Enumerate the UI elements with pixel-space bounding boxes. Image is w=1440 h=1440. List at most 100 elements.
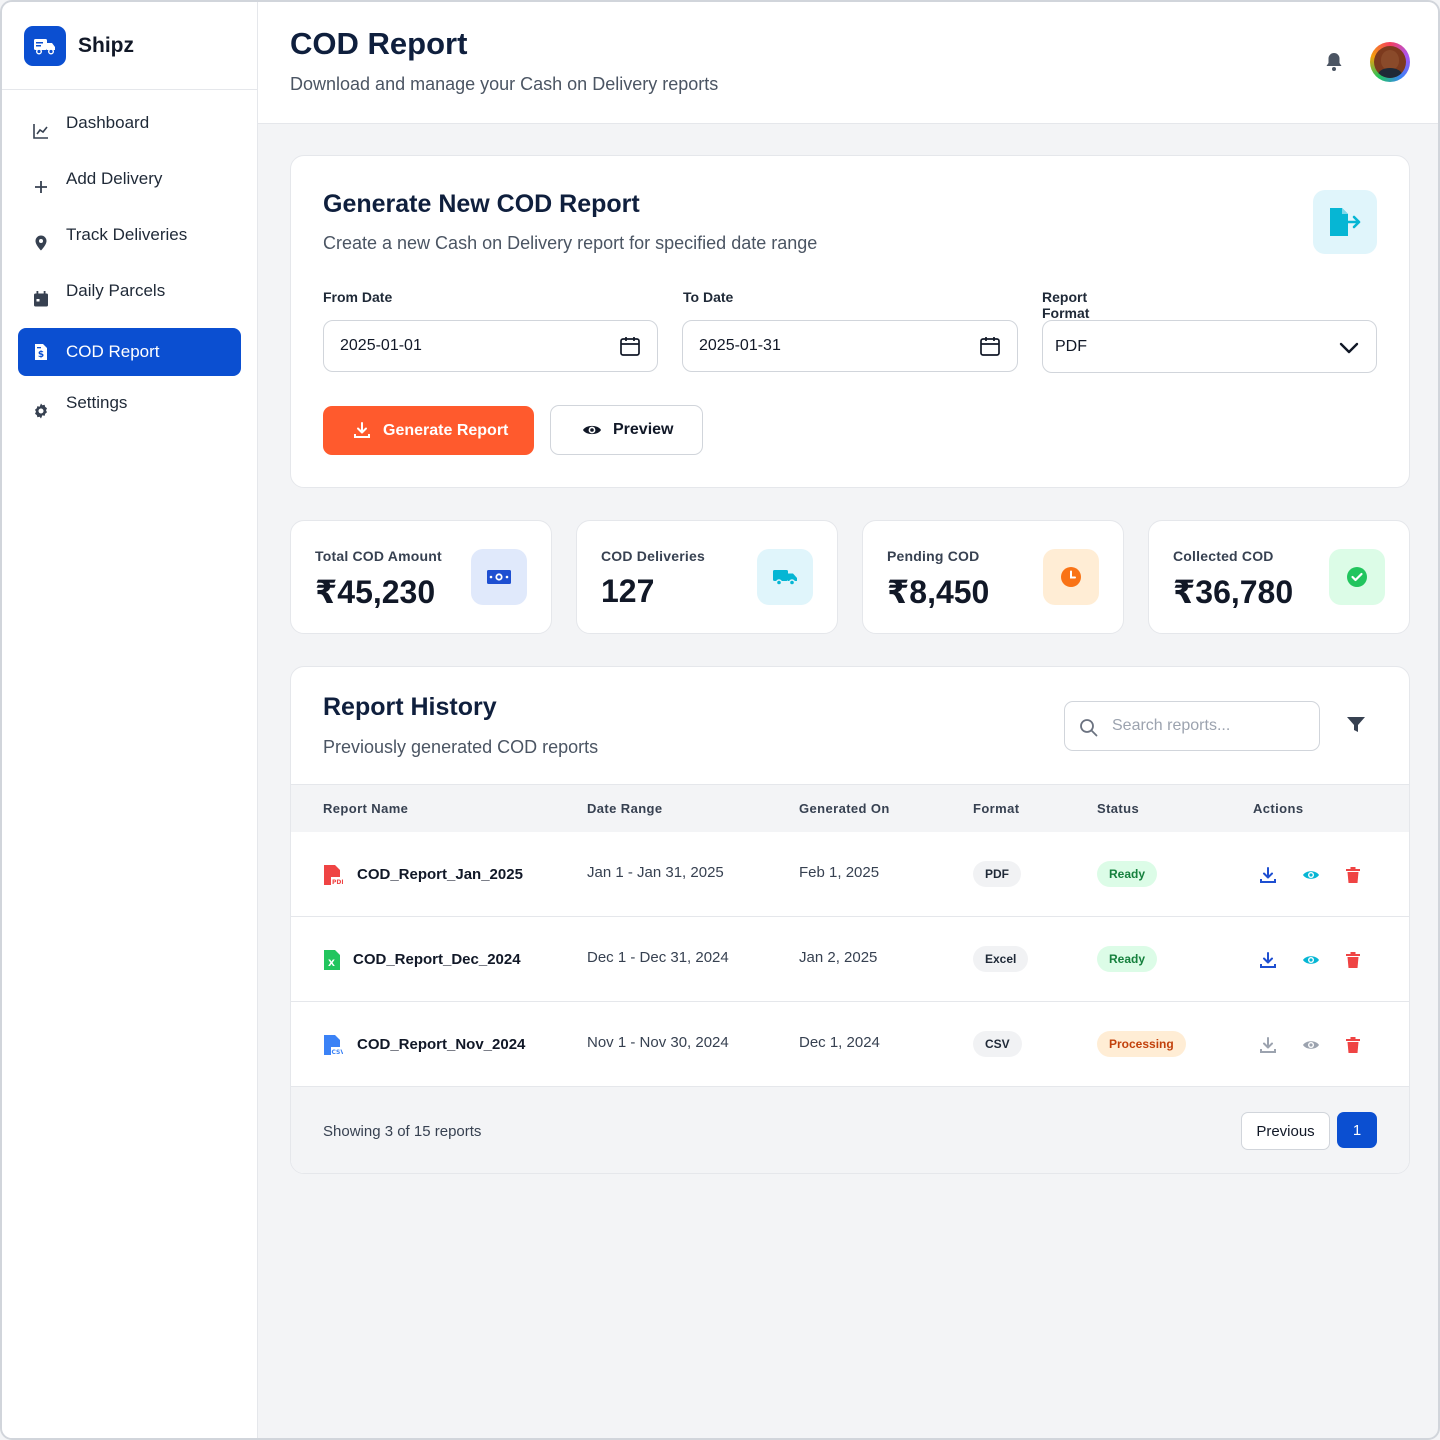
chevron-down-icon: [1339, 342, 1359, 354]
stat-label: COD Deliveries: [601, 548, 705, 564]
stat-value: ₹45,230: [315, 574, 436, 610]
page-subtitle: Download and manage your Cash on Deliver…: [290, 74, 719, 94]
date-range: Dec 1 - Dec 31, 2024: [587, 949, 729, 966]
stat-label: Total COD Amount: [315, 548, 442, 564]
search-icon: [1080, 719, 1098, 737]
sidebar-item-track-deliveries[interactable]: Track Deliveries: [18, 216, 241, 264]
sidebar-item-settings[interactable]: Settings: [18, 384, 241, 432]
generated-on: Feb 1, 2025: [799, 864, 880, 881]
status-badge: Ready: [1097, 861, 1158, 887]
sidebar-item-cod-report[interactable]: $ COD Report: [18, 328, 241, 376]
calendar-icon[interactable]: [979, 335, 1001, 357]
stat-value: ₹8,450: [887, 574, 990, 610]
calendar-icon[interactable]: [619, 335, 641, 357]
to-date-value: 2025-01-31: [699, 337, 781, 354]
plus-icon: [35, 181, 47, 193]
status-badge: Ready: [1097, 946, 1158, 972]
gear-icon: [35, 403, 47, 419]
column-header: Date Range: [587, 801, 663, 816]
sidebar-item-label: Track Deliveries: [66, 225, 188, 244]
table-footer: Showing 3 of 15 reports Previous 1: [291, 1087, 1409, 1173]
format-badge: PDF: [973, 861, 1021, 887]
search-input[interactable]: Search reports...: [1064, 701, 1320, 751]
status-badge: Processing: [1097, 1031, 1186, 1057]
to-date-input[interactable]: 2025-01-31: [682, 320, 1018, 372]
table-header: Report Name Date Range Generated On Form…: [291, 784, 1409, 832]
trash-icon[interactable]: [1344, 951, 1362, 969]
page-header: COD Report Download and manage your Cash…: [258, 2, 1438, 124]
trash-icon[interactable]: [1344, 866, 1362, 884]
generate-title: Generate New COD Report: [323, 190, 640, 218]
generate-report-button[interactable]: Generate Report: [323, 406, 534, 455]
column-header: Status: [1097, 801, 1140, 816]
brand[interactable]: Shipz: [2, 2, 257, 90]
date-range: Jan 1 - Jan 31, 2025: [587, 864, 724, 881]
report-name: COD_Report_Nov_2024: [357, 1036, 526, 1053]
eye-icon: [1303, 1041, 1319, 1049]
stat-value: 127: [601, 573, 655, 609]
page-title: COD Report: [290, 26, 468, 61]
bell-icon[interactable]: [1322, 50, 1346, 74]
eye-icon[interactable]: [1302, 951, 1320, 969]
report-format-select[interactable]: PDF: [1042, 320, 1377, 373]
history-subtitle: Previously generated COD reports: [323, 737, 599, 757]
table-row[interactable]: PDFPDF COD_Report_Jan_2025 Jan 1 - Jan 3…: [291, 832, 1409, 917]
from-date-input[interactable]: 2025-01-01: [323, 320, 658, 372]
sidebar-item-daily-parcels[interactable]: Daily Parcels: [18, 272, 241, 320]
avatar[interactable]: [1370, 42, 1410, 82]
report-format-value: PDF: [1055, 337, 1087, 355]
download-icon[interactable]: [1259, 866, 1277, 884]
excel-file-icon: X: [324, 950, 340, 970]
sidebar-item-label: Add Delivery: [66, 169, 163, 188]
preview-button[interactable]: Preview: [550, 405, 703, 455]
generated-on: Jan 2, 2025: [799, 949, 878, 966]
report-format-label: Report Format: [1042, 289, 1090, 321]
generate-report-label: Generate Report: [383, 421, 509, 439]
stat-label: Pending COD: [887, 548, 980, 564]
to-date-label: To Date: [683, 289, 734, 305]
file-export-icon: [1313, 190, 1377, 254]
download-icon: [1260, 1037, 1276, 1053]
column-header: Generated On: [799, 801, 890, 816]
svg-text:PDF: PDF: [332, 879, 343, 886]
check-circle-icon: [1329, 549, 1385, 605]
from-date-label: From Date: [323, 289, 393, 305]
table-row[interactable]: CSV COD_Report_Nov_2024 Nov 1 - Nov 30, …: [291, 1002, 1409, 1087]
money-icon: [471, 549, 527, 605]
app-frame: Shipz Dashboard Add Delivery Track Deliv…: [0, 0, 1440, 1440]
sidebar-item-label: Settings: [66, 393, 128, 412]
calendar-icon: [34, 291, 48, 307]
date-range: Nov 1 - Nov 30, 2024: [587, 1034, 729, 1051]
chart-line-icon: [33, 124, 48, 139]
download-icon: [354, 422, 370, 438]
sidebar-item-label: COD Report: [66, 342, 160, 361]
eye-icon: [583, 425, 601, 435]
table-row[interactable]: X COD_Report_Dec_2024 Dec 1 - Dec 31, 20…: [291, 917, 1409, 1002]
stat-value: ₹36,780: [1173, 574, 1294, 610]
pagination-summary: Showing 3 of 15 reports: [323, 1123, 482, 1140]
invoice-icon: $: [35, 344, 47, 360]
previous-page-button[interactable]: Previous: [1241, 1112, 1330, 1150]
svg-text:$: $: [38, 350, 44, 360]
stat-card-pending-cod: Pending COD ₹8,450: [862, 520, 1124, 634]
from-date-value: 2025-01-01: [340, 337, 422, 354]
download-icon[interactable]: [1259, 951, 1277, 969]
format-badge: CSV: [973, 1031, 1022, 1057]
sidebar-item-add-delivery[interactable]: Add Delivery: [18, 160, 241, 208]
csv-file-icon: CSV: [324, 1035, 344, 1056]
filter-icon[interactable]: [1346, 715, 1366, 735]
eye-icon[interactable]: [1302, 866, 1320, 884]
truck-icon: [24, 25, 66, 66]
clock-icon: [1043, 549, 1099, 605]
sidebar: Shipz Dashboard Add Delivery Track Deliv…: [2, 2, 258, 1438]
sidebar-item-dashboard[interactable]: Dashboard: [18, 104, 241, 152]
pdf-file-icon: PDFPDF: [324, 865, 343, 886]
history-title: Report History: [323, 693, 497, 721]
report-name: COD_Report_Jan_2025: [357, 866, 523, 883]
svg-text:CSV: CSV: [332, 1049, 344, 1056]
column-header: Report Name: [323, 801, 409, 816]
report-name: COD_Report_Dec_2024: [353, 951, 521, 968]
trash-icon[interactable]: [1344, 1036, 1362, 1054]
page-1-button[interactable]: 1: [1337, 1112, 1377, 1148]
column-header: Actions: [1253, 801, 1304, 816]
